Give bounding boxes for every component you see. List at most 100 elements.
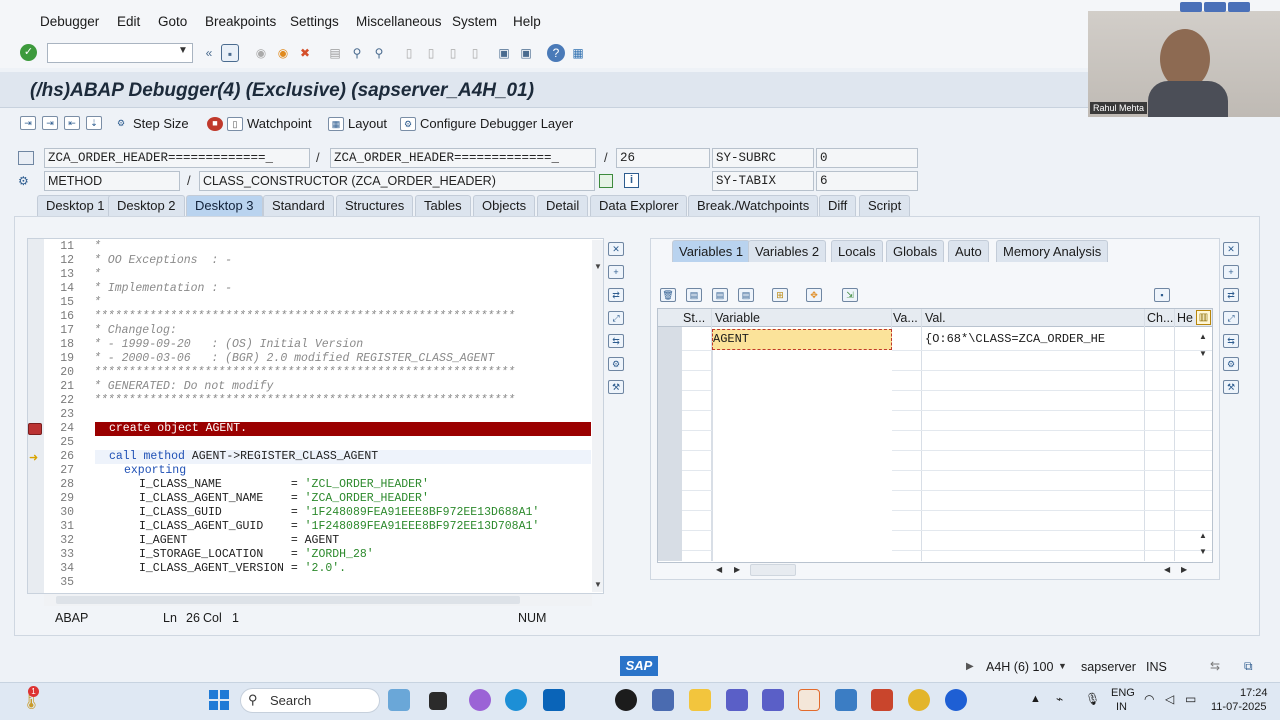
- task-view-icon[interactable]: [429, 692, 447, 710]
- services-tool-icon[interactable]: ⚙: [1223, 357, 1239, 371]
- microphone-icon[interactable]: 🎙: [1085, 692, 1100, 706]
- system-info[interactable]: A4H (6) 100: [986, 660, 1053, 674]
- new-session-icon[interactable]: ▣: [495, 44, 513, 62]
- command-dropdown-icon[interactable]: ▼: [178, 45, 188, 56]
- scroll-down-arrow-icon[interactable]: ▼: [594, 580, 602, 589]
- app-icon[interactable]: [652, 689, 674, 711]
- settings-tool-icon[interactable]: ⚒: [1223, 380, 1239, 394]
- close-tool-icon[interactable]: ✕: [1223, 242, 1239, 256]
- close-window-icon[interactable]: [1228, 2, 1250, 12]
- breakpoint-icon[interactable]: [28, 423, 42, 435]
- volume-icon[interactable]: ◁: [1165, 692, 1174, 706]
- first-page-icon[interactable]: ▯: [400, 44, 418, 62]
- tab-auto[interactable]: Auto: [948, 240, 989, 262]
- tab-breakpoints-watchpoints[interactable]: Break./Watchpoints: [688, 195, 819, 216]
- edge-icon[interactable]: [505, 689, 527, 711]
- detail-icon[interactable]: ▤: [712, 288, 728, 302]
- copilot-icon[interactable]: [469, 689, 491, 711]
- tab-diff[interactable]: Diff: [819, 195, 857, 216]
- table-scroll-thumb[interactable]: [750, 564, 796, 576]
- minimize-icon[interactable]: [1180, 2, 1202, 12]
- tab-desktop-2[interactable]: Desktop 2: [108, 195, 185, 216]
- tab-standard[interactable]: Standard: [263, 195, 334, 216]
- save-variables-icon[interactable]: ▪: [1154, 288, 1170, 302]
- layout-button[interactable]: ▦ Layout: [328, 116, 387, 131]
- tray-overflow-icon[interactable]: ▲: [1030, 693, 1041, 705]
- maximize-tool-icon[interactable]: ⤢: [608, 311, 624, 325]
- clock-date[interactable]: 11-07-2025: [1211, 701, 1266, 713]
- dell-icon[interactable]: [615, 689, 637, 711]
- hierarchy-icon[interactable]: ⊞: [772, 288, 788, 302]
- zoom-icon[interactable]: [945, 689, 967, 711]
- menu-help[interactable]: Help: [513, 14, 541, 29]
- display-source-icon[interactable]: [599, 174, 613, 188]
- watchpoint-button[interactable]: ■ ▯ Watchpoint: [207, 116, 312, 131]
- file-explorer-icon[interactable]: [689, 689, 711, 711]
- customize-layout-icon[interactable]: ▦: [569, 44, 587, 62]
- status-expand-icon[interactable]: ▶: [966, 661, 974, 672]
- wifi-icon[interactable]: ◠: [1144, 692, 1154, 706]
- clock-time[interactable]: 17:24: [1240, 687, 1268, 699]
- network-icon[interactable]: ⌁: [1056, 692, 1063, 706]
- tab-objects[interactable]: Objects: [473, 195, 536, 216]
- remove-row-icon[interactable]: ▤: [738, 288, 754, 302]
- column-header-change[interactable]: Ch...: [1147, 311, 1173, 325]
- step-over-icon[interactable]: ⇥: [42, 116, 58, 130]
- tab-locals[interactable]: Locals: [831, 240, 883, 262]
- row-selector-column[interactable]: [658, 327, 682, 561]
- tab-tables[interactable]: Tables: [415, 195, 471, 216]
- continue-icon[interactable]: ⇣: [86, 116, 102, 130]
- menu-settings[interactable]: Settings: [290, 14, 339, 29]
- chrome-icon[interactable]: [908, 689, 930, 711]
- maximize-tool-icon[interactable]: ⤢: [1223, 311, 1239, 325]
- find-next-icon[interactable]: ⚲: [370, 44, 388, 62]
- table-scroll-up-icon[interactable]: ▲: [1199, 531, 1207, 540]
- system-info-dropdown-icon[interactable]: ▼: [1058, 661, 1067, 671]
- tab-variables-2[interactable]: Variables 2: [748, 240, 827, 262]
- find-icon[interactable]: ⚲: [348, 44, 366, 62]
- print-icon[interactable]: ▤: [326, 44, 344, 62]
- settings-tool-icon[interactable]: ⚒: [608, 380, 624, 394]
- replace-tool-icon[interactable]: ⇄: [608, 288, 624, 302]
- tab-memory-analysis[interactable]: Memory Analysis: [996, 240, 1109, 262]
- insert-row-icon[interactable]: ▤: [686, 288, 702, 302]
- help-icon[interactable]: ?: [547, 44, 565, 62]
- editor-vertical-scrollbar[interactable]: [592, 240, 603, 592]
- table-scroll-right-icon[interactable]: ▶: [1181, 565, 1187, 574]
- tab-globals[interactable]: Globals: [886, 240, 945, 262]
- menu-breakpoints[interactable]: Breakpoints: [205, 14, 276, 29]
- powerpoint-icon[interactable]: [871, 689, 893, 711]
- services-tool-icon[interactable]: ⚙: [608, 357, 624, 371]
- expand-icon[interactable]: ✥: [806, 288, 822, 302]
- tab-script[interactable]: Script: [859, 195, 911, 216]
- start-icon[interactable]: [209, 690, 229, 710]
- save-icon[interactable]: ▪: [221, 44, 239, 62]
- menu-debugger[interactable]: Debugger: [40, 14, 99, 29]
- teams-work-icon[interactable]: [762, 689, 784, 711]
- layout-icon[interactable]: ⇆: [1210, 659, 1220, 673]
- scrollbar-thumb[interactable]: [56, 596, 520, 604]
- command-field[interactable]: [47, 43, 193, 63]
- configure-debugger-layer-button[interactable]: ⚙ Configure Debugger Layer: [400, 116, 573, 131]
- battery-icon[interactable]: ▭: [1185, 692, 1196, 706]
- sap-logon-icon[interactable]: [798, 689, 820, 711]
- variable-value[interactable]: {O:68*\CLASS=ZCA_ORDER_HE: [925, 332, 1143, 346]
- sap-gui-icon[interactable]: [835, 689, 857, 711]
- column-header-value[interactable]: Val.: [925, 311, 946, 325]
- tab-data-explorer[interactable]: Data Explorer: [590, 195, 688, 216]
- column-header-status[interactable]: St...: [683, 311, 705, 325]
- cancel-icon[interactable]: ✖: [296, 44, 314, 62]
- scroll-down-arrow-icon[interactable]: ▼: [594, 262, 602, 271]
- table-scroll-left-icon[interactable]: ◀: [716, 565, 722, 574]
- swap-tool-icon[interactable]: ⇆: [608, 334, 624, 348]
- step-size-button[interactable]: ⚙ Step Size: [113, 116, 189, 131]
- info-icon[interactable]: i: [624, 173, 639, 188]
- tab-structures[interactable]: Structures: [336, 195, 414, 216]
- menu-edit[interactable]: Edit: [117, 14, 140, 29]
- column-header-hex[interactable]: He: [1177, 311, 1193, 325]
- column-header-value-type[interactable]: Va...: [893, 311, 918, 325]
- last-page-icon[interactable]: ▯: [466, 44, 484, 62]
- tab-detail[interactable]: Detail: [537, 195, 589, 216]
- table-scroll-down-icon[interactable]: ▼: [1199, 349, 1207, 358]
- menu-goto[interactable]: Goto: [158, 14, 187, 29]
